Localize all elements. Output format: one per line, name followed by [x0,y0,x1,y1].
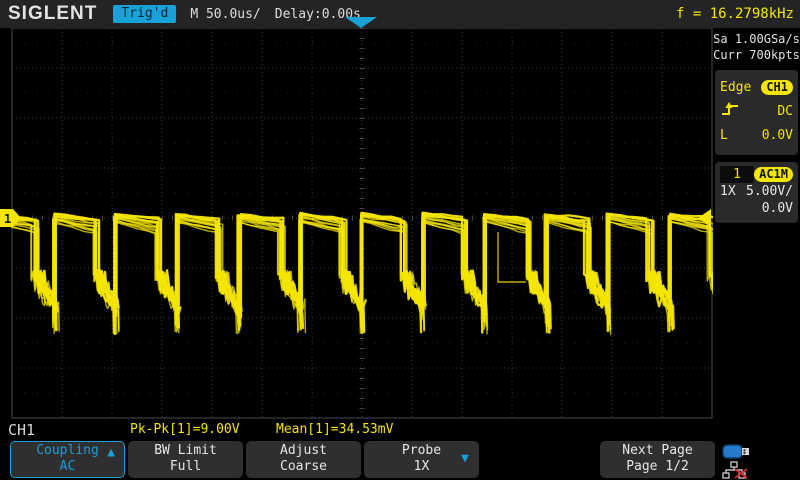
menu-button-adjust-label: Adjust [247,443,360,459]
timebase-readout: M 50.0us/ [190,7,260,22]
trigger-level-value: 0.0V [762,128,793,143]
ch1-zero-marker-label: 1 [4,212,11,226]
menu-button-coupling-value: AC [11,459,124,475]
soft-menu-row: Coupling ▲ AC BW Limit Full Adjust Coars… [0,440,800,480]
frequency-counter: f = 16.2798kHz [676,6,794,22]
channel-coupling-badge[interactable]: AC1M [754,167,793,182]
oscilloscope-screen: SIGLENT Trig'd M 50.0us/ Delay:0.00s f =… [0,0,800,480]
menu-button-bw-limit-label: BW Limit [129,443,242,459]
menu-button-adjust-value: Coarse [247,459,360,475]
waveform-display: 1 [0,28,714,420]
ch1-waveform-trace [0,213,714,335]
lan-disconnected-icon [722,461,748,480]
acquisition-info: Sa 1.00GSa/s Curr 700kpts [713,31,800,63]
top-status-bar: SIGLENT Trig'd M 50.0us/ Delay:0.00s f =… [0,0,800,28]
volts-per-div: 5.00V/ [746,184,793,199]
probe-attenuation: 1X [720,184,736,199]
sample-rate: Sa 1.00GSa/s [713,31,800,47]
menu-button-next-page[interactable]: Next Page Page 1/2 [600,441,715,478]
measurement-row: CH1 Pk-Pk[1]=9.00V Mean[1]=34.53mV [0,419,800,440]
menu-title: CH1 [8,421,35,439]
trigger-type-label: Edge [720,80,751,95]
up-arrow-icon: ▲ [107,445,115,461]
rising-edge-icon [720,101,740,121]
trigger-level-label: L [720,128,728,143]
channel-offset: 0.0V [762,201,793,216]
menu-button-bw-limit[interactable]: BW Limit Full [128,441,243,478]
graticule-waveform-svg: 1 [0,28,714,420]
channel-number-tab[interactable]: 1 [720,166,754,183]
menu-button-coupling-label: Coupling [36,443,99,458]
ch1-trace-sweep [0,220,714,335]
memory-depth: Curr 700kpts [713,47,800,63]
trigger-panel[interactable]: Edge CH1 DC L 0.0V [715,70,798,155]
menu-button-next-page-label: Next Page [601,443,714,459]
trigger-coupling-label: DC [777,104,793,119]
channel-panel[interactable]: 1 AC1M 1X 5.00V/ 0.0V [715,162,798,223]
down-arrow-icon: ▼ [461,451,469,467]
trigger-position-marker[interactable] [345,17,377,28]
right-sidebar: Sa 1.00GSa/s Curr 700kpts Edge CH1 DC L … [713,28,800,420]
menu-button-next-page-value: Page 1/2 [601,459,714,475]
trigger-status-badge[interactable]: Trig'd [113,5,176,23]
measurement-pkpk: Pk-Pk[1]=9.00V [130,422,240,437]
menu-button-adjust[interactable]: Adjust Coarse [246,441,361,478]
menu-button-probe[interactable]: Probe 1X ▼ [364,441,479,478]
trigger-source-badge[interactable]: CH1 [761,80,793,95]
siglent-logo: SIGLENT [8,3,97,25]
menu-button-coupling[interactable]: Coupling ▲ AC [10,441,125,478]
menu-button-bw-limit-value: Full [129,459,242,475]
measurement-mean: Mean[1]=34.53mV [276,422,393,437]
